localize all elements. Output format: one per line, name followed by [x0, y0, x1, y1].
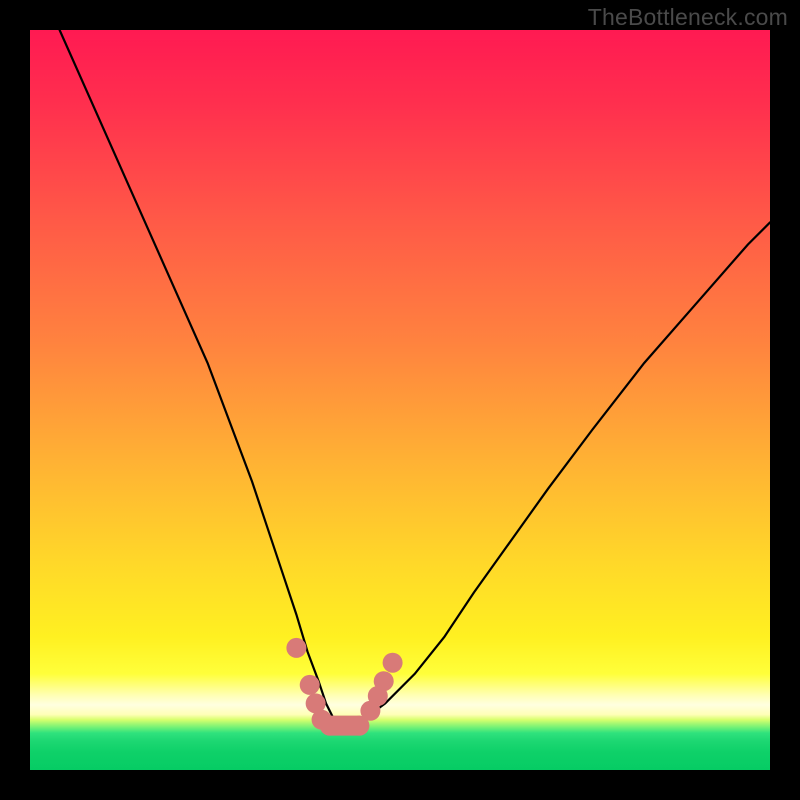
valley-dot	[349, 716, 369, 736]
valley-dot	[286, 638, 306, 658]
valley-dot	[374, 671, 394, 691]
valley-dot	[383, 653, 403, 673]
bottleneck-curve	[60, 30, 770, 726]
curve-layer	[30, 30, 770, 770]
chart-frame: TheBottleneck.com	[0, 0, 800, 800]
plot-area	[30, 30, 770, 770]
valley-dot	[300, 675, 320, 695]
valley-dot	[320, 716, 340, 736]
valley-markers	[286, 638, 402, 736]
watermark-text: TheBottleneck.com	[588, 4, 788, 31]
